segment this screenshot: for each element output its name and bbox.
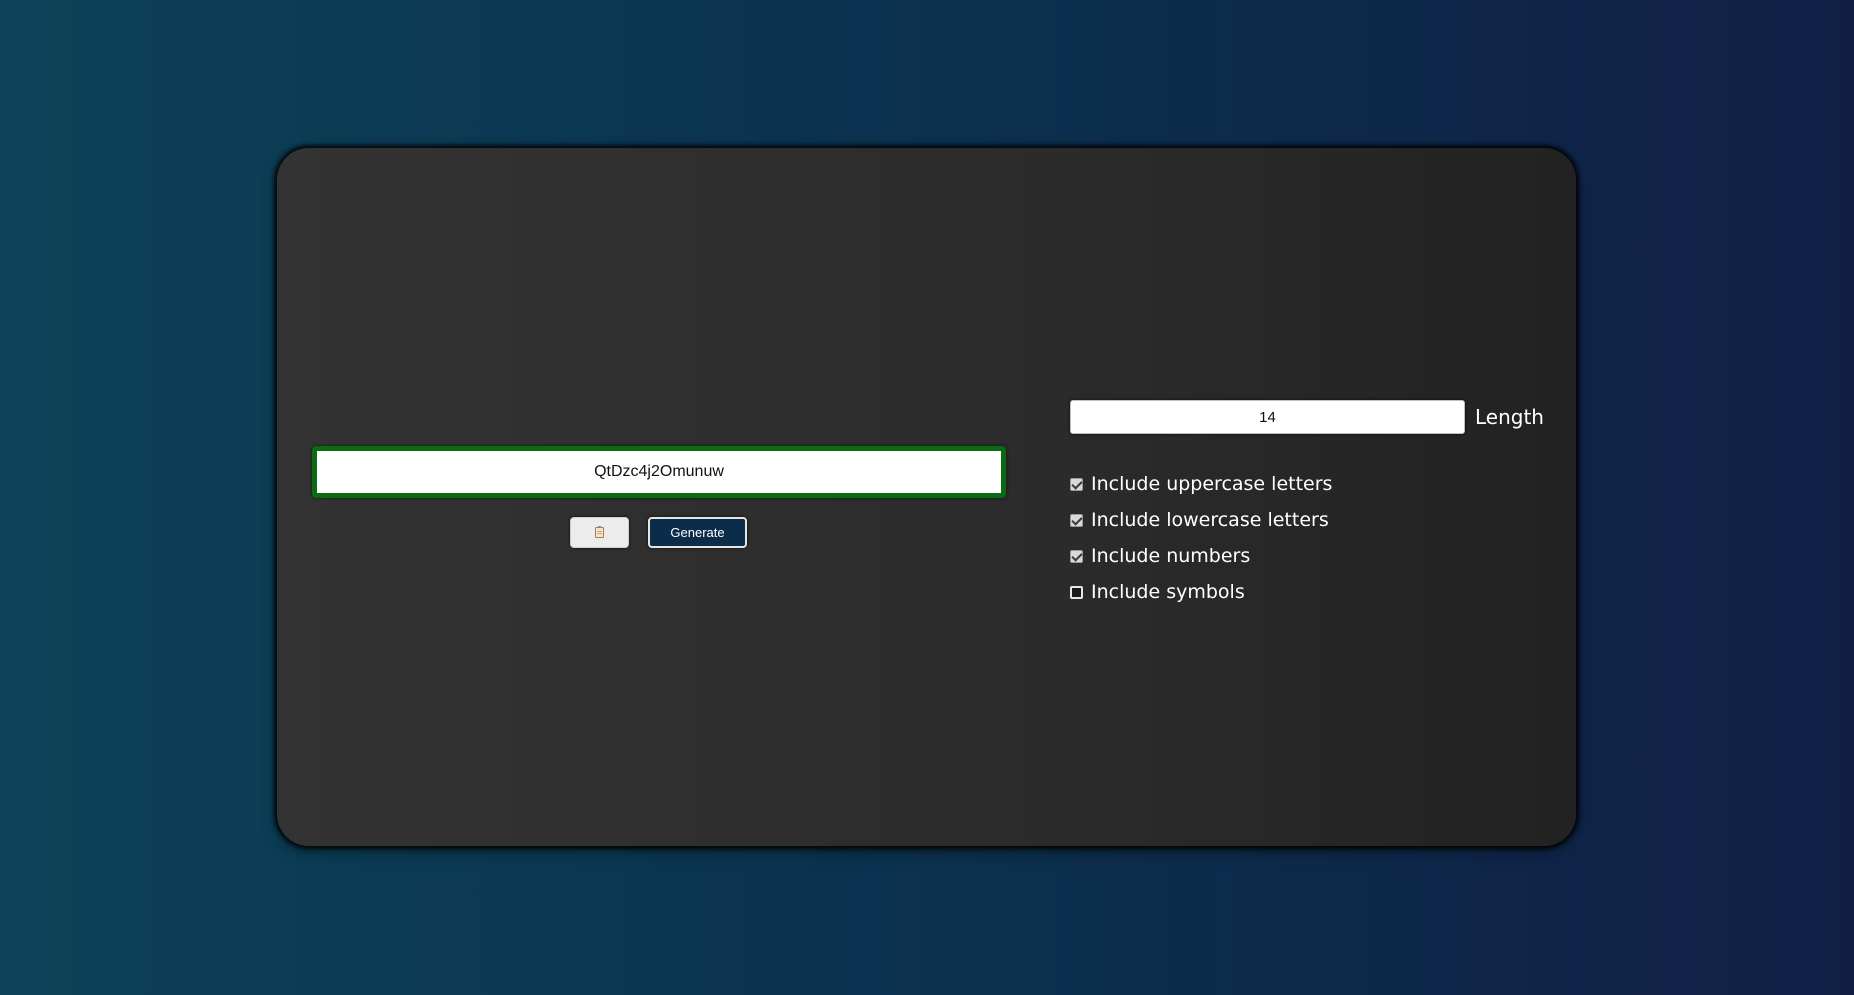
generate-button[interactable]: Generate: [648, 517, 747, 548]
option-label: Include lowercase letters: [1091, 509, 1329, 531]
generated-password-text: QtDzc4j2Omunuw: [594, 463, 724, 480]
option-uppercase[interactable]: Include uppercase letters: [1070, 466, 1332, 502]
option-label: Include symbols: [1091, 581, 1245, 603]
option-label: Include uppercase letters: [1091, 473, 1333, 495]
length-input[interactable]: 14: [1070, 400, 1465, 434]
uppercase-checkbox[interactable]: [1070, 477, 1083, 491]
length-input-value: 14: [1259, 408, 1276, 426]
option-label: Include numbers: [1091, 545, 1251, 567]
password-generator-card: QtDzc4j2Omunuw Generate 14 Length Includ…: [277, 148, 1576, 846]
options-list: Include uppercase letters Include lowerc…: [1070, 466, 1332, 610]
clipboard-icon: [595, 526, 604, 538]
option-numbers[interactable]: Include numbers: [1070, 538, 1332, 574]
copy-button[interactable]: [570, 517, 629, 548]
option-symbols[interactable]: Include symbols: [1070, 574, 1332, 610]
symbols-checkbox[interactable]: [1070, 585, 1083, 599]
numbers-checkbox[interactable]: [1070, 549, 1083, 563]
generated-password-field[interactable]: QtDzc4j2Omunuw: [312, 446, 1006, 498]
option-lowercase[interactable]: Include lowercase letters: [1070, 502, 1332, 538]
length-label: Length: [1475, 405, 1544, 429]
generate-button-label: Generate: [670, 525, 725, 540]
lowercase-checkbox[interactable]: [1070, 513, 1083, 527]
